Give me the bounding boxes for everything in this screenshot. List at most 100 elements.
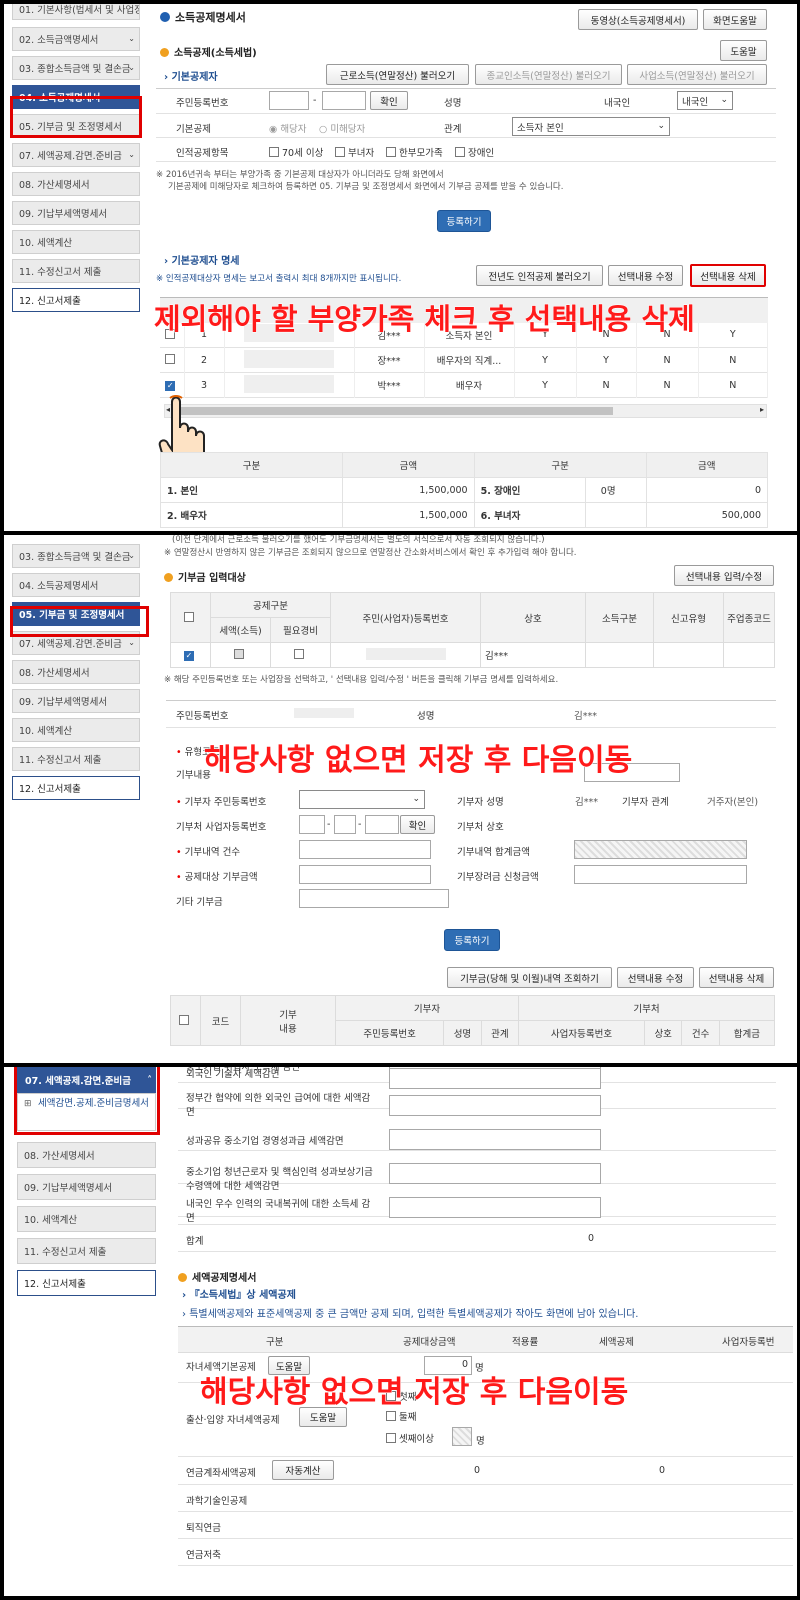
sidebar-item[interactable]: 10. 세액계산 <box>17 1206 156 1232</box>
row-checkbox-checked[interactable]: ✓ <box>165 381 176 391</box>
rrn-confirm-button[interactable]: 확인 <box>370 91 408 110</box>
sidebar-item[interactable]: 09. 기납부세액명세서 <box>12 689 140 713</box>
edit-selected-button[interactable]: 선택내용 수정 <box>617 967 694 988</box>
page-title-text: 소득공제명세서 <box>175 11 246 24</box>
sidebar-item-selected[interactable]: 07. 세액공제.감면.준비금 ˄ <box>17 1067 156 1093</box>
total-input <box>574 840 747 859</box>
other-input[interactable] <box>299 889 449 908</box>
sidebar-item[interactable]: 04. 소득공제명세서 <box>12 573 140 597</box>
incentive-input[interactable] <box>574 865 747 884</box>
instruction-overlay: 해당사항 없으면 저장 후 다음이동 <box>203 743 633 779</box>
sidebar-item[interactable]: 11. 수정신고서 제출 <box>12 259 140 283</box>
sidebar-item[interactable]: 04. 소득공제명세서 <box>12 85 140 109</box>
table-row[interactable]: ✓ 김*** <box>170 642 775 668</box>
checkbox[interactable] <box>386 1411 396 1421</box>
prev-year-import-button[interactable]: 전년도 인적공제 불러오기 <box>476 265 603 286</box>
import-religious-income-button[interactable]: 종교인소득(연말정산) 불러오기 <box>475 64 622 85</box>
target-input[interactable] <box>299 865 431 884</box>
sidebar-item[interactable]: 03. 종합소득금액 및 결손금 ⌄ <box>12 544 140 568</box>
register-button[interactable]: 등록하기 <box>437 210 491 232</box>
section-help-button[interactable]: 도움말 <box>720 40 767 61</box>
sidebar-item-label: 05. 기부금 및 조정명세서 <box>19 122 122 133</box>
reduction-input[interactable] <box>389 1095 601 1116</box>
sidebar-item[interactable]: 08. 가산세명세서 <box>12 172 140 196</box>
radio-no[interactable]: ○ 미해당자 <box>319 121 365 135</box>
reduction-input[interactable] <box>389 1197 601 1218</box>
sidebar-item[interactable]: 12. 신고서제출 <box>17 1270 156 1296</box>
sub-list-text: 기본공제자 명세 <box>171 256 240 267</box>
reduction-input[interactable] <box>389 1129 601 1150</box>
opt-disabled[interactable]: 장애인 <box>455 145 494 159</box>
sidebar-item[interactable]: 05. 기부금 및 조정명세서 <box>12 114 140 138</box>
sidebar-item[interactable]: 07. 세액공제.감면.준비금 ⌄ <box>12 631 140 655</box>
table-row[interactable]: ✓ 3 박*** 배우자 Y N N N <box>160 372 768 398</box>
row-checkbox[interactable] <box>165 354 176 364</box>
sidebar-item[interactable]: 11. 수정신고서 제출 <box>12 747 140 771</box>
sidebar-child-item[interactable]: ⊞ 세액감면.공제.준비금명세서 <box>17 1093 156 1131</box>
relation-select[interactable]: 소득자 본인 ⌄ <box>512 117 670 136</box>
row-relation: 배우자 <box>424 372 515 398</box>
opt-over70[interactable]: 70세 이상 <box>269 145 323 159</box>
register-button[interactable]: 등록하기 <box>444 929 500 951</box>
sidebar-item[interactable]: 02. 소득금액명세서 ⌄ <box>12 27 140 51</box>
credit-row-label: 과학기술인공제 <box>186 1496 248 1507</box>
donation-lookup-button[interactable]: 기부금(당해 및 이월)내역 조회하기 <box>447 967 612 988</box>
opt-third[interactable]: 셋째이상 <box>386 1431 434 1445</box>
reduction-input[interactable] <box>389 1068 601 1089</box>
table-row[interactable]: 2 장*** 배우자의 직계... Y Y N N <box>160 347 768 373</box>
header-row: 코드 기부 내용 기부자 기부처 <box>170 995 775 1046</box>
org-biz-input-2[interactable] <box>334 815 356 834</box>
row-checkbox[interactable]: ✓ <box>184 651 194 661</box>
donor-rrn-select[interactable]: ⌄ <box>299 790 425 809</box>
sidebar-item[interactable]: 12. 신고서제출 <box>12 288 140 312</box>
checkbox[interactable] <box>386 1433 396 1443</box>
reduction-input[interactable] <box>389 1163 601 1184</box>
pension-amount: 0 <box>474 1465 481 1476</box>
expand-plus-icon[interactable]: ⊞ <box>24 1098 32 1110</box>
delete-selected-button[interactable]: 선택내용 삭제 <box>690 264 766 287</box>
opt-single-parent[interactable]: 한부모가족 <box>386 145 443 159</box>
checkbox[interactable] <box>455 147 465 157</box>
select-all-checkbox[interactable] <box>179 1014 189 1025</box>
sidebar-item[interactable]: 09. 기납부세액명세서 <box>17 1174 156 1200</box>
edit-selected-button[interactable]: 선택내용 수정 <box>608 265 683 286</box>
sidebar-item[interactable]: 07. 세액공제.감면.준비금 ⌄ <box>12 143 140 167</box>
sidebar-item[interactable]: 10. 세액계산 <box>12 230 140 254</box>
rrn-front-input[interactable] <box>269 91 309 110</box>
sidebar-item[interactable]: 05. 기부금 및 조정명세서 <box>12 602 140 626</box>
video-button[interactable]: 동영상(소득공제명세서) <box>578 9 698 30</box>
opt-woman[interactable]: 부녀자 <box>335 145 374 159</box>
row-checkbox-cell[interactable] <box>160 347 185 373</box>
radio-yes[interactable]: ◉ 해당자 <box>269 121 307 135</box>
rrn-back-input[interactable] <box>322 91 366 110</box>
sidebar-item-label: 09. 기납부세액명세서 <box>24 1183 113 1194</box>
select-all-checkbox[interactable] <box>184 611 194 622</box>
checkbox[interactable] <box>335 147 345 157</box>
sidebar-item[interactable]: 10. 세액계산 <box>12 718 140 742</box>
checkbox[interactable] <box>269 147 279 157</box>
auto-calc-button[interactable]: 자동계산 <box>272 1460 334 1480</box>
sidebar-item[interactable]: 08. 가산세명세서 <box>17 1142 156 1168</box>
sidebar-item[interactable]: 03. 종합소득금액 및 결손금 ⌄ <box>12 56 140 80</box>
import-business-income-button[interactable]: 사업소득(연말정산) 불러오기 <box>627 64 767 85</box>
delete-selected-button[interactable]: 선택내용 삭제 <box>699 967 774 988</box>
sidebar-item[interactable]: 09. 기납부세액명세서 <box>12 201 140 225</box>
sidebar-item[interactable]: 01. 기본사항(법세서 및 사업장정보) <box>12 4 140 20</box>
scroll-right-icon[interactable]: ▸ <box>760 405 764 414</box>
org-biz-input-1[interactable] <box>299 815 325 834</box>
checkbox[interactable] <box>386 147 396 157</box>
opt-second[interactable]: 둘째 <box>386 1409 416 1423</box>
sidebar-item[interactable]: 11. 수정신고서 제출 <box>17 1238 156 1264</box>
screen-help-button[interactable]: 화면도움말 <box>703 9 767 30</box>
sidebar-item[interactable]: 08. 가산세명세서 <box>12 660 140 684</box>
count-input[interactable] <box>299 840 431 859</box>
org-biz-input-3[interactable] <box>365 815 399 834</box>
blurred-rrn <box>294 708 354 718</box>
org-confirm-button[interactable]: 확인 <box>400 815 435 834</box>
import-earned-income-button[interactable]: 근로소득(연말정산) 불러오기 <box>326 64 469 85</box>
horizontal-scrollbar[interactable]: ◂ ▸ <box>164 404 767 418</box>
nationality-select[interactable]: 내국인 ⌄ <box>677 91 733 110</box>
select-edit-button[interactable]: 선택내용 입력/수정 <box>674 565 774 586</box>
sidebar-item[interactable]: 12. 신고서제출 <box>12 776 140 800</box>
scrollbar-thumb[interactable] <box>173 407 613 415</box>
